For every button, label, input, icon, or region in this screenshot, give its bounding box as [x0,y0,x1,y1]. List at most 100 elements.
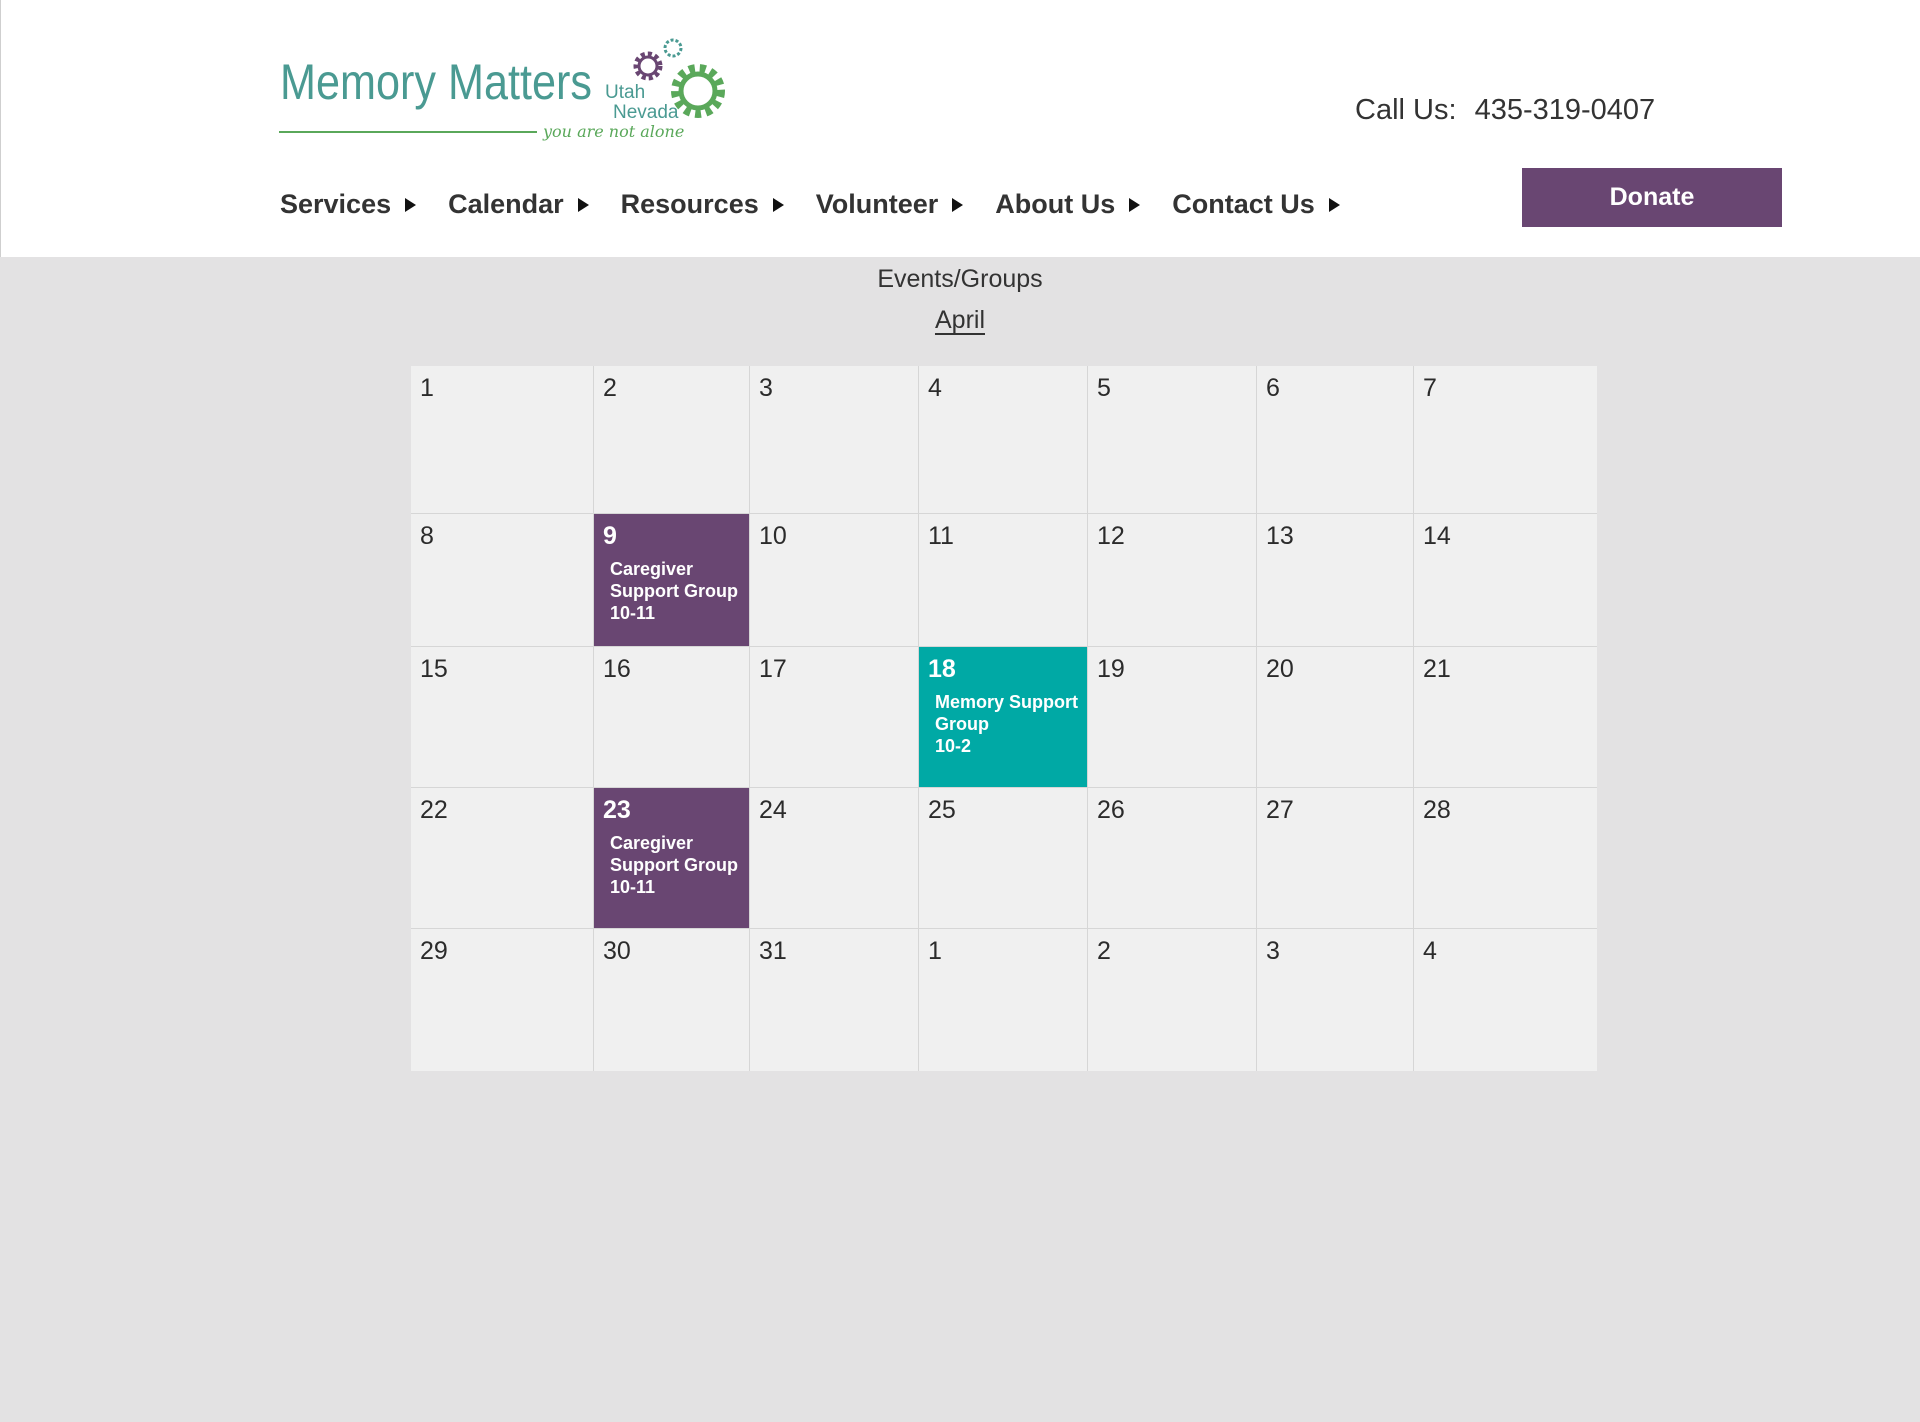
caret-right-icon [577,197,589,212]
day-number: 11 [928,522,954,550]
calendar-day-cell[interactable]: 15 [411,646,593,787]
calendar-day-cell[interactable]: 10 [749,513,918,646]
calendar-day-cell[interactable]: 19 [1087,646,1256,787]
nav-about-us[interactable]: About Us [995,189,1141,220]
event-title: Group [935,714,989,734]
event-title: Memory Support [935,692,1079,712]
donate-button[interactable]: Donate [1522,168,1782,227]
calendar-day-cell[interactable]: 17 [749,646,918,787]
memory-matters-logo[interactable]: Memory Matters Utah Nevada you are not a… [279,36,729,148]
nav-contact-us[interactable]: Contact Us [1172,189,1340,220]
phone-label: Call Us: [1355,94,1457,126]
calendar-day-cell[interactable]: 2 [1087,928,1256,1071]
calendar-day-cell[interactable]: 11 [918,513,1087,646]
day-number: 28 [1423,796,1451,824]
calendar-day-cell[interactable]: 23 Caregiver Support Group 10-11 [593,787,749,928]
day-number: 25 [928,796,956,824]
month-heading: April [0,306,1920,335]
calendar-day-cell[interactable]: 8 [411,513,593,646]
calendar-day-cell[interactable]: 20 [1256,646,1413,787]
day-number: 31 [759,937,787,965]
nav-resources[interactable]: Resources [621,189,784,220]
calendar-day-cell[interactable]: 28 [1413,787,1597,928]
calendar-day-cell[interactable]: 1 [411,366,593,513]
calendar-day-cell[interactable]: 18 Memory Support Group 10-2 [918,646,1087,787]
day-number: 22 [420,796,448,824]
calendar-day-cell[interactable]: 2 [593,366,749,513]
nav-volunteer[interactable]: Volunteer [816,189,964,220]
day-number: 30 [603,937,631,965]
calendar-day-cell[interactable]: 5 [1087,366,1256,513]
day-number: 7 [1423,374,1437,402]
month-link[interactable]: April [935,306,985,334]
calendar-day-cell[interactable]: 3 [749,366,918,513]
calendar-day-cell[interactable]: 25 [918,787,1087,928]
calendar-day-cell[interactable]: 12 [1087,513,1256,646]
calendar-day-cell[interactable]: 24 [749,787,918,928]
nav-label: Resources [620,189,759,219]
calendar-day-cell[interactable]: 6 [1256,366,1413,513]
calendar-grid: 1 2 3 4 5 6 7 8 9 Caregiver Support Group 10-11 10 11… [411,366,1597,1071]
caret-right-icon [1129,197,1141,212]
day-number: 26 [1097,796,1125,824]
day-number: 24 [759,796,787,824]
caret-right-icon [772,197,784,212]
page-title: Events/Groups [877,265,1043,293]
calendar-day-cell[interactable]: 16 [593,646,749,787]
phone-contact: Call Us: 435-319-0407 [1355,94,1655,127]
day-number: 19 [1097,655,1125,683]
calendar-day-cell[interactable]: 13 [1256,513,1413,646]
day-number: 9 [603,522,617,550]
calendar-day-cell[interactable]: 1 [918,928,1087,1071]
event-title: Support Group [610,855,738,875]
day-number: 17 [759,655,787,683]
event-title: Caregiver [610,833,694,853]
gear-tiny-teal-icon [663,38,683,58]
day-number: 13 [1266,522,1294,550]
day-number: 16 [603,655,631,683]
event-title: Caregiver [610,559,694,579]
calendar-day-cell[interactable]: 22 [411,787,593,928]
day-number: 12 [1097,522,1125,550]
calendar-day-cell[interactable]: 26 [1087,787,1256,928]
logo-region-1: Utah [605,82,645,103]
calendar-day-cell[interactable]: 30 [593,928,749,1071]
calendar-day-cell[interactable]: 4 [1413,928,1597,1071]
calendar-day-cell[interactable]: 21 [1413,646,1597,787]
calendar-event[interactable]: Caregiver Support Group 10-11 [610,558,741,624]
nav-calendar[interactable]: Calendar [448,189,589,220]
day-number: 2 [603,374,617,402]
day-number: 2 [1097,937,1111,965]
day-number: 10 [759,522,787,550]
logo-graphic: Memory Matters Utah Nevada you are not a… [279,38,725,141]
day-number: 20 [1266,655,1294,683]
calendar-event[interactable]: Caregiver Support Group 10-11 [610,832,741,898]
calendar-day-cell[interactable]: 3 [1256,928,1413,1071]
day-number: 3 [759,374,773,402]
caret-right-icon [405,197,417,212]
gear-small-purple-icon [633,51,663,81]
calendar-day-cell[interactable]: 29 [411,928,593,1071]
calendar-day-cell[interactable]: 4 [918,366,1087,513]
calendar-day-cell[interactable]: 27 [1256,787,1413,928]
nav-services[interactable]: Services [280,189,417,220]
site-header: Memory Matters Utah Nevada you are not a… [0,0,1920,257]
calendar-day-cell[interactable]: 9 Caregiver Support Group 10-11 [593,513,749,646]
day-number: 1 [928,937,942,965]
day-number: 23 [603,796,631,824]
calendar-event[interactable]: Memory Support Group 10-2 [935,691,1079,757]
day-number: 14 [1423,522,1451,550]
nav-label: Contact Us [1172,189,1315,219]
day-number: 29 [420,937,448,965]
phone-number[interactable]: 435-319-0407 [1475,94,1656,126]
logo-tagline: you are not alone [542,122,684,141]
calendar-day-cell[interactable]: 7 [1413,366,1597,513]
main-nav: Services Calendar Resources Volunteer Ab… [280,189,1372,220]
day-number: 5 [1097,374,1111,402]
calendar-day-cell[interactable]: 31 [749,928,918,1071]
day-number: 27 [1266,796,1294,824]
calendar-day-cell[interactable]: 14 [1413,513,1597,646]
day-number: 18 [928,655,956,683]
day-number: 3 [1266,937,1280,965]
event-time: 10-11 [610,603,656,623]
